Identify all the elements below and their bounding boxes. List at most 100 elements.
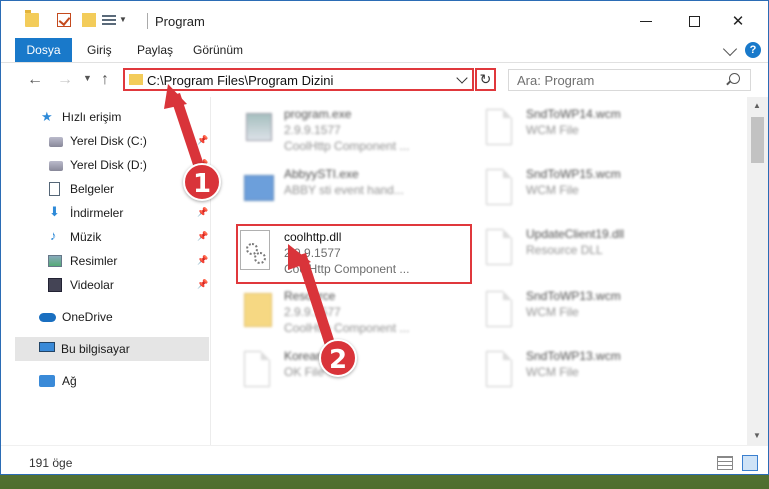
- sidebar-item-local-disk-d[interactable]: Yerel Disk (D:) 📌: [1, 153, 209, 177]
- video-icon: [48, 278, 62, 292]
- vertical-scrollbar[interactable]: ▲ ▼: [747, 97, 768, 445]
- tiles-view-icon[interactable]: [742, 455, 758, 471]
- forward-arrow-icon[interactable]: →: [57, 71, 73, 89]
- pin-icon[interactable]: 📌: [197, 135, 208, 146]
- file-icon: [244, 293, 272, 327]
- recent-locations-chevron-icon[interactable]: ▼: [83, 73, 92, 83]
- step-2-badge: 2: [319, 339, 357, 377]
- minimize-icon: [640, 20, 652, 22]
- file-tile[interactable]: AbbyySTI.exe ABBY sti event hand...: [234, 163, 464, 219]
- file-name: AbbyySTI.exe: [284, 167, 359, 181]
- sidebar-item-pictures[interactable]: Resimler 📌: [1, 249, 209, 273]
- customize-toolbar-dropdown-icon[interactable]: ▼: [119, 15, 127, 24]
- close-button[interactable]: ✕: [718, 7, 758, 35]
- file-name: program.exe: [284, 107, 352, 121]
- help-icon[interactable]: ?: [745, 42, 761, 58]
- sidebar-item-this-pc[interactable]: Bu bilgisayar: [15, 337, 209, 361]
- file-type: OK File: [284, 365, 325, 379]
- up-arrow-icon[interactable]: ↑: [101, 71, 109, 89]
- file-description: CoolHttp Component ...: [284, 139, 410, 153]
- scrollbar-thumb[interactable]: [751, 117, 764, 163]
- expand-ribbon-chevron-icon[interactable]: [722, 41, 738, 57]
- tab-giris[interactable]: Giriş: [75, 38, 124, 62]
- search-icon: [729, 73, 740, 84]
- sidebar-item-quick-access[interactable]: ★ Hızlı erişim: [1, 105, 209, 129]
- sidebar-item-music[interactable]: ♪ Müzik 📌: [1, 225, 209, 249]
- cloud-icon: [39, 313, 56, 322]
- file-tile[interactable]: SndToWP15.wcm WCM File: [476, 163, 706, 219]
- address-bar[interactable]: C:\Program Files\Program Dizini: [123, 68, 474, 91]
- title-bar: ▼ Program ✕: [1, 1, 768, 41]
- network-icon: [39, 375, 55, 387]
- pin-icon[interactable]: 📌: [197, 207, 208, 218]
- sidebar-item-videos[interactable]: Videolar 📌: [1, 273, 209, 297]
- file-name: SndToWP13.wcm: [526, 349, 621, 363]
- file-tile[interactable]: UpdateClient19.dll Resource DLL: [476, 223, 706, 279]
- tab-gorunum[interactable]: Görünüm: [181, 38, 255, 62]
- file-name: Korean: [284, 349, 323, 363]
- sidebar-item-onedrive[interactable]: OneDrive: [1, 305, 209, 329]
- folder-icon: [25, 10, 39, 27]
- file-type: WCM File: [526, 305, 579, 319]
- exe-file-icon: [246, 113, 272, 141]
- details-view-icon[interactable]: [717, 456, 733, 470]
- file-name: SndToWP15.wcm: [526, 167, 621, 181]
- computer-icon: [39, 342, 55, 352]
- sidebar-item-label: Yerel Disk (C:): [70, 134, 147, 148]
- file-name: UpdateClient19.dll: [526, 227, 625, 241]
- pin-icon[interactable]: 📌: [197, 279, 208, 290]
- file-description: ABBY sti event hand...: [284, 183, 404, 197]
- pictures-icon: [48, 255, 62, 267]
- back-arrow-icon[interactable]: ←: [27, 71, 43, 89]
- tab-dosya[interactable]: Dosya: [15, 38, 72, 62]
- sidebar-item-local-disk-c[interactable]: Yerel Disk (C:) 📌: [1, 129, 209, 153]
- music-icon: ♪: [50, 228, 57, 243]
- star-icon: ★: [41, 109, 53, 124]
- address-path: C:\Program Files\Program Dizini: [147, 73, 334, 88]
- file-icon: [486, 109, 512, 145]
- properties-check-icon[interactable]: [57, 13, 71, 27]
- dll-file-icon: [486, 229, 512, 265]
- file-tile[interactable]: Resource 2.9.9.1577 CoolHttp Component .…: [234, 285, 464, 341]
- file-list: program.exe 2.9.9.1577 CoolHttp Componen…: [212, 97, 747, 445]
- status-bar: 191 öge: [1, 445, 768, 474]
- sidebar-item-label: Resimler: [70, 254, 118, 268]
- disk-icon: [49, 137, 63, 147]
- file-explorer-window: ▼ Program ✕ Dosya Giriş Paylaş Görünüm ?…: [0, 0, 769, 475]
- step-1-badge: 1: [183, 163, 221, 201]
- sidebar-item-label: İndirmeler: [70, 206, 124, 220]
- file-icon: [486, 351, 512, 387]
- minimize-button[interactable]: [626, 7, 666, 35]
- refresh-button[interactable]: ↻: [475, 68, 496, 91]
- file-tile[interactable]: SndToWP13.wcm WCM File: [476, 345, 706, 401]
- pin-icon[interactable]: 📌: [197, 231, 208, 242]
- tab-paylas[interactable]: Paylaş: [125, 38, 185, 62]
- file-type: WCM File: [526, 183, 579, 197]
- disk-icon: [49, 161, 63, 171]
- sidebar-item-documents[interactable]: Belgeler 📌: [1, 177, 209, 201]
- scroll-down-arrow-icon[interactable]: ▼: [753, 431, 761, 440]
- search-input[interactable]: Ara: Program: [508, 69, 751, 91]
- scroll-up-arrow-icon[interactable]: ▲: [753, 101, 761, 110]
- sidebar-item-label: OneDrive: [62, 310, 113, 324]
- navigation-pane: ★ Hızlı erişim Yerel Disk (C:) 📌 Yerel D…: [1, 97, 211, 445]
- refresh-icon: ↻: [479, 71, 492, 87]
- maximize-button[interactable]: [674, 7, 714, 35]
- highlight-box-coolhttp-dll: [236, 224, 472, 284]
- ribbon-tabs: Dosya Giriş Paylaş Görünüm ?: [1, 38, 768, 63]
- address-dropdown-chevron-icon[interactable]: [456, 72, 468, 84]
- search-placeholder: Ara: Program: [517, 73, 595, 88]
- pin-icon[interactable]: 📌: [197, 255, 208, 266]
- file-tile[interactable]: SndToWP13.wcm WCM File: [476, 285, 706, 341]
- maximize-icon: [688, 15, 700, 27]
- new-folder-icon[interactable]: [82, 13, 96, 27]
- file-type: WCM File: [526, 123, 579, 137]
- sidebar-item-label: Ağ: [62, 374, 77, 388]
- sidebar-item-label: Yerel Disk (D:): [70, 158, 147, 172]
- sidebar-item-network[interactable]: Ağ: [1, 369, 209, 393]
- file-tile[interactable]: program.exe 2.9.9.1577 CoolHttp Componen…: [234, 103, 464, 159]
- list-view-icon[interactable]: [102, 13, 116, 27]
- sidebar-item-downloads[interactable]: ⬇ İndirmeler 📌: [1, 201, 209, 225]
- file-tile[interactable]: SndToWP14.wcm WCM File: [476, 103, 706, 159]
- file-icon: [244, 351, 270, 387]
